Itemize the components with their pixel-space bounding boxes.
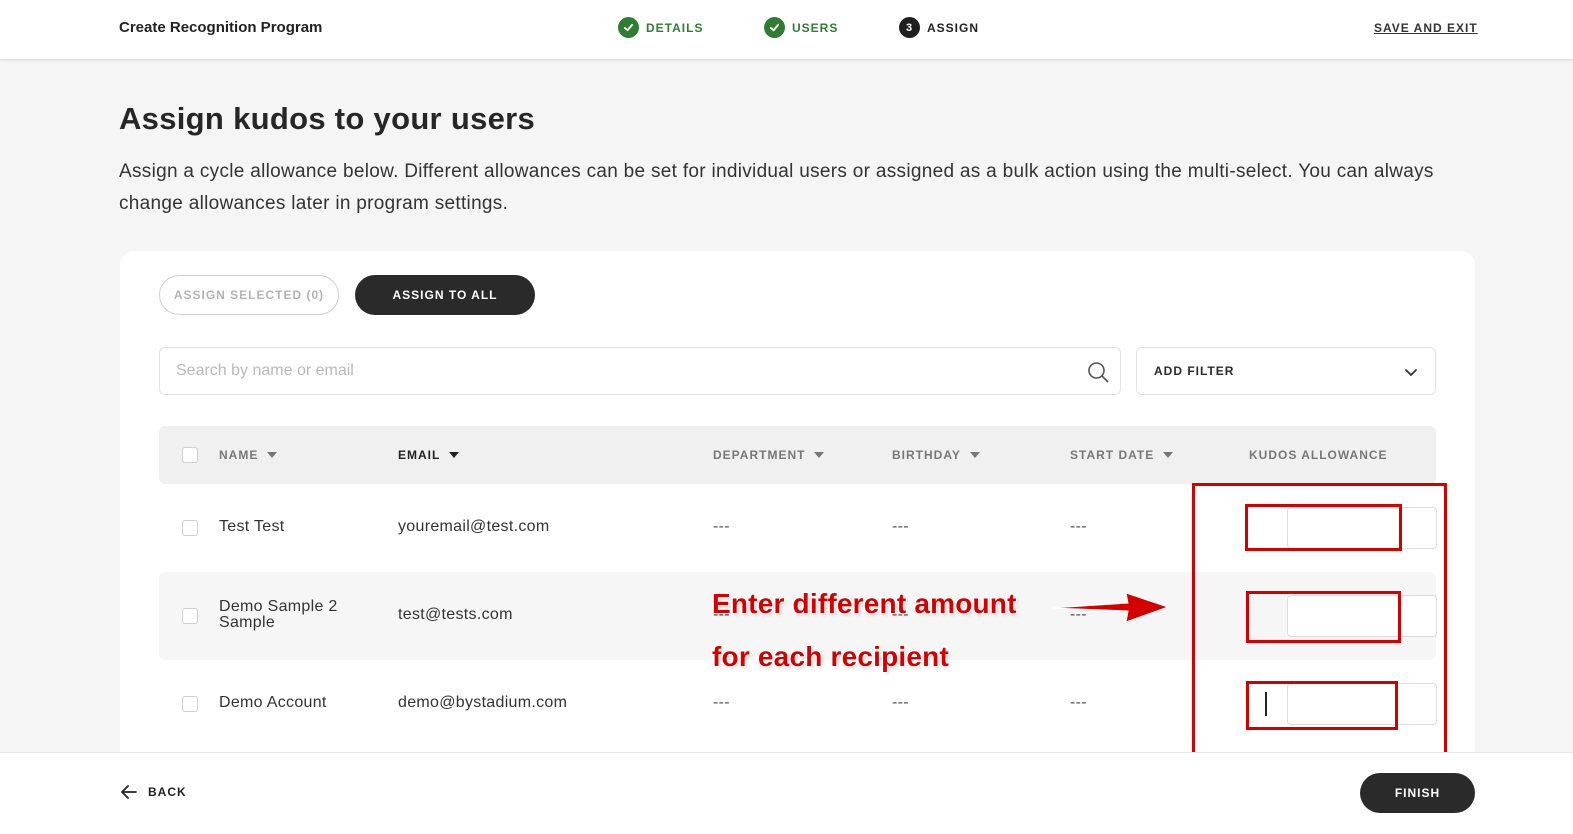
assign-selected-button[interactable]: ASSIGN SELECTED (0) <box>159 275 339 315</box>
user-email: test@tests.com <box>398 606 513 623</box>
column-header-department[interactable]: DEPARTMENT <box>713 448 825 462</box>
assign-to-all-button[interactable]: ASSIGN TO ALL <box>355 275 535 315</box>
annotation-text: Enter different amount <box>712 588 1017 619</box>
user-name: Demo Account <box>219 694 327 711</box>
step-details[interactable]: DETAILS <box>618 17 703 38</box>
row-checkbox[interactable] <box>182 608 198 624</box>
program-title: Create Recognition Program <box>119 19 323 36</box>
annotation-arrow-icon <box>1051 592 1170 623</box>
step-users-label: USERS <box>792 20 839 35</box>
table-header: NAME EMAIL DEPARTMENT BIRTHDAY START DAT… <box>159 426 1436 484</box>
user-department: --- <box>713 518 730 535</box>
column-department-label: DEPARTMENT <box>713 448 806 462</box>
annotation-highlight-input <box>1246 681 1398 730</box>
row-checkbox[interactable] <box>182 520 198 536</box>
page-title: Assign kudos to your users <box>119 101 536 136</box>
select-all-checkbox[interactable] <box>182 447 198 463</box>
user-start-date: --- <box>1070 518 1087 535</box>
column-start-date-label: START DATE <box>1070 448 1155 462</box>
column-birthday-label: BIRTHDAY <box>892 448 961 462</box>
annotation-highlight-input <box>1245 504 1402 551</box>
sort-caret-icon <box>969 452 980 458</box>
page-description: Assign a cycle allowance below. Differen… <box>119 161 1434 214</box>
search-input[interactable] <box>176 348 1066 394</box>
back-button[interactable]: BACK <box>120 784 187 800</box>
add-filter-label: ADD FILTER <box>1154 364 1235 378</box>
check-icon <box>618 17 639 38</box>
text-cursor <box>1265 692 1267 716</box>
step-users[interactable]: USERS <box>764 17 838 38</box>
sort-caret-icon <box>1163 452 1174 458</box>
top-bar: Create Recognition Program DETAILS USERS… <box>0 0 1573 60</box>
add-filter-dropdown[interactable]: ADD FILTER <box>1136 347 1436 395</box>
user-email: demo@bystadium.com <box>398 694 568 711</box>
column-email-label: EMAIL <box>398 448 441 462</box>
chevron-down-icon <box>1405 369 1417 376</box>
annotation-highlight-input <box>1246 591 1401 643</box>
user-birthday: --- <box>892 694 909 711</box>
step-number-badge: 3 <box>899 17 920 38</box>
column-header-name[interactable]: NAME <box>219 448 278 462</box>
search-icon[interactable] <box>1086 360 1110 384</box>
user-email: youremail@test.com <box>398 518 550 535</box>
step-assign[interactable]: 3 ASSIGN <box>899 17 979 38</box>
arrow-left-icon <box>121 785 137 799</box>
row-checkbox[interactable] <box>182 696 198 712</box>
check-icon <box>764 17 785 38</box>
annotation-text: for each recipient <box>712 641 950 672</box>
user-department: --- <box>713 694 730 711</box>
finish-button[interactable]: FINISH <box>1360 773 1475 813</box>
user-birthday: --- <box>892 518 909 535</box>
sort-caret-icon <box>814 452 825 458</box>
search-box <box>159 347 1121 395</box>
column-header-start-date[interactable]: START DATE <box>1070 448 1174 462</box>
column-name-label: NAME <box>219 448 259 462</box>
column-header-email[interactable]: EMAIL <box>398 448 460 462</box>
user-name: Demo Sample 2 Sample <box>219 598 338 631</box>
user-start-date: --- <box>1070 694 1087 711</box>
column-header-kudos-allowance: KUDOS ALLOWANCE <box>1249 448 1388 462</box>
sort-caret-icon <box>449 452 460 458</box>
save-and-exit-link[interactable]: SAVE AND EXIT <box>1374 21 1478 35</box>
footer-bar: BACK FINISH <box>0 752 1573 834</box>
column-header-birthday[interactable]: BIRTHDAY <box>892 448 981 462</box>
step-assign-label: ASSIGN <box>927 20 980 35</box>
back-label: BACK <box>148 785 187 799</box>
user-name: Test Test <box>219 518 285 535</box>
step-details-label: DETAILS <box>646 20 704 35</box>
column-allowance-label: KUDOS ALLOWANCE <box>1249 448 1388 462</box>
sort-caret-icon <box>267 452 278 458</box>
